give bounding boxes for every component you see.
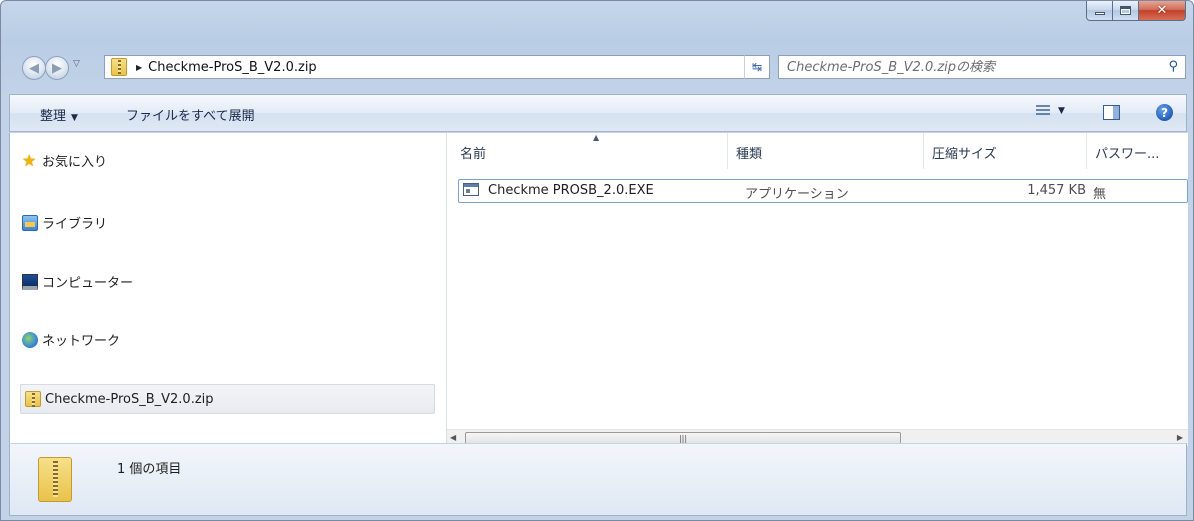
address-path[interactable]: Checkme-ProS_B_V2.0.zip (148, 60, 317, 75)
zip-folder-icon (38, 457, 72, 502)
grip-icon: ||| (678, 434, 688, 443)
minimize-icon (1094, 12, 1105, 15)
breadcrumb-separator-icon[interactable]: ▶ (136, 63, 142, 72)
table-row[interactable]: Checkme PROSB_2.0.EXE アプリケーション 1,457 KB … (458, 179, 1188, 203)
refresh-icon: ↹ (751, 60, 763, 74)
sidebar-item-label: Checkme-ProS_B_V2.0.zip (45, 391, 214, 407)
item-count: 1 個の項目 (117, 462, 182, 477)
navigation-pane: ★ お気に入り ライブラリ コンピューター ネットワーク Checkme-Pro… (10, 133, 440, 443)
organize-button[interactable]: 整理 ▼ (40, 105, 78, 124)
file-list: 名前 ▲ 種類 圧縮サイズ パスワー... Checkme PROSB_2.0.… (447, 133, 1188, 446)
sidebar-item-zip[interactable]: Checkme-ProS_B_V2.0.zip (20, 384, 435, 414)
column-header-name[interactable]: 名前 ▲ (452, 133, 728, 169)
computer-icon (22, 273, 38, 290)
sort-ascending-icon: ▲ (593, 133, 600, 142)
sidebar-item-libraries[interactable]: ライブラリ (22, 213, 107, 232)
back-arrow-icon: ◀ (29, 60, 39, 76)
column-label: 名前 (460, 147, 487, 162)
back-button[interactable]: ◀ (22, 56, 46, 80)
maximize-icon (1120, 6, 1131, 15)
navigation-bar: ◀ ▶ ▽ ▶ Checkme-ProS_B_V2.0.zip ▼ ↹ ⚲ (1, 47, 1193, 87)
forward-button[interactable]: ▶ (45, 56, 69, 80)
library-icon (22, 214, 38, 231)
network-icon (22, 331, 38, 348)
change-view-button[interactable]: ▼ (1036, 105, 1065, 117)
sidebar-item-label: ネットワーク (42, 334, 121, 349)
application-icon (463, 183, 479, 196)
caption-buttons: ✕ (1086, 1, 1186, 21)
close-icon: ✕ (1156, 3, 1168, 18)
column-header-type[interactable]: 種類 (728, 133, 924, 169)
zip-folder-icon (111, 58, 127, 76)
recent-pages-dropdown[interactable]: ▽ (73, 59, 80, 69)
column-header-password[interactable]: パスワー... (1087, 133, 1188, 169)
file-name: Checkme PROSB_2.0.EXE (488, 183, 654, 198)
zip-folder-icon (25, 391, 41, 407)
details-pane: 1 個の項目 (9, 443, 1187, 516)
scroll-left-icon[interactable]: ◀ (450, 433, 456, 442)
views-icon (1036, 105, 1050, 117)
chevron-down-icon: ▼ (1058, 106, 1065, 116)
star-icon: ★ (22, 150, 37, 170)
close-button[interactable]: ✕ (1139, 1, 1186, 21)
file-compressed-size: 1,457 KB (1027, 183, 1086, 198)
chevron-down-icon: ▼ (71, 113, 78, 123)
sidebar-item-label: お気に入り (42, 155, 108, 170)
organize-label: 整理 (40, 109, 67, 124)
details-thumbnail (38, 457, 72, 502)
minimize-button[interactable] (1086, 1, 1113, 21)
extract-all-button[interactable]: ファイルをすべて展開 (126, 105, 255, 124)
forward-arrow-icon: ▶ (52, 60, 62, 76)
address-bar[interactable]: ▶ Checkme-ProS_B_V2.0.zip ▼ (104, 55, 768, 79)
explorer-window: ✕ ◀ ▶ ▽ ▶ Checkme-ProS_B_V2.0.zip ▼ ↹ ⚲ … (0, 0, 1194, 521)
search-icon[interactable]: ⚲ (1168, 59, 1178, 74)
scroll-right-icon[interactable]: ▶ (1177, 433, 1183, 442)
search-input[interactable] (779, 57, 1149, 77)
sidebar-item-network[interactable]: ネットワーク (22, 330, 120, 349)
column-header-compressed-size[interactable]: 圧縮サイズ (924, 133, 1087, 169)
sidebar-item-computer[interactable]: コンピューター (22, 272, 133, 291)
search-box: ⚲ (778, 55, 1186, 79)
help-icon[interactable]: ? (1156, 104, 1173, 121)
maximize-button[interactable] (1113, 1, 1139, 21)
refresh-button[interactable]: ↹ (744, 55, 770, 79)
sidebar-item-label: ライブラリ (42, 217, 108, 232)
preview-pane-icon[interactable] (1103, 105, 1120, 120)
sidebar-item-favorites[interactable]: ★ お気に入り (22, 151, 107, 170)
sidebar-item-label: コンピューター (42, 276, 134, 291)
file-type: アプリケーション (745, 187, 849, 202)
content-area: ★ お気に入り ライブラリ コンピューター ネットワーク Checkme-Pro… (9, 133, 1188, 446)
command-bar: 整理 ▼ ファイルをすべて展開 ▼ ? (9, 94, 1187, 132)
file-password: 無 (1093, 187, 1107, 202)
